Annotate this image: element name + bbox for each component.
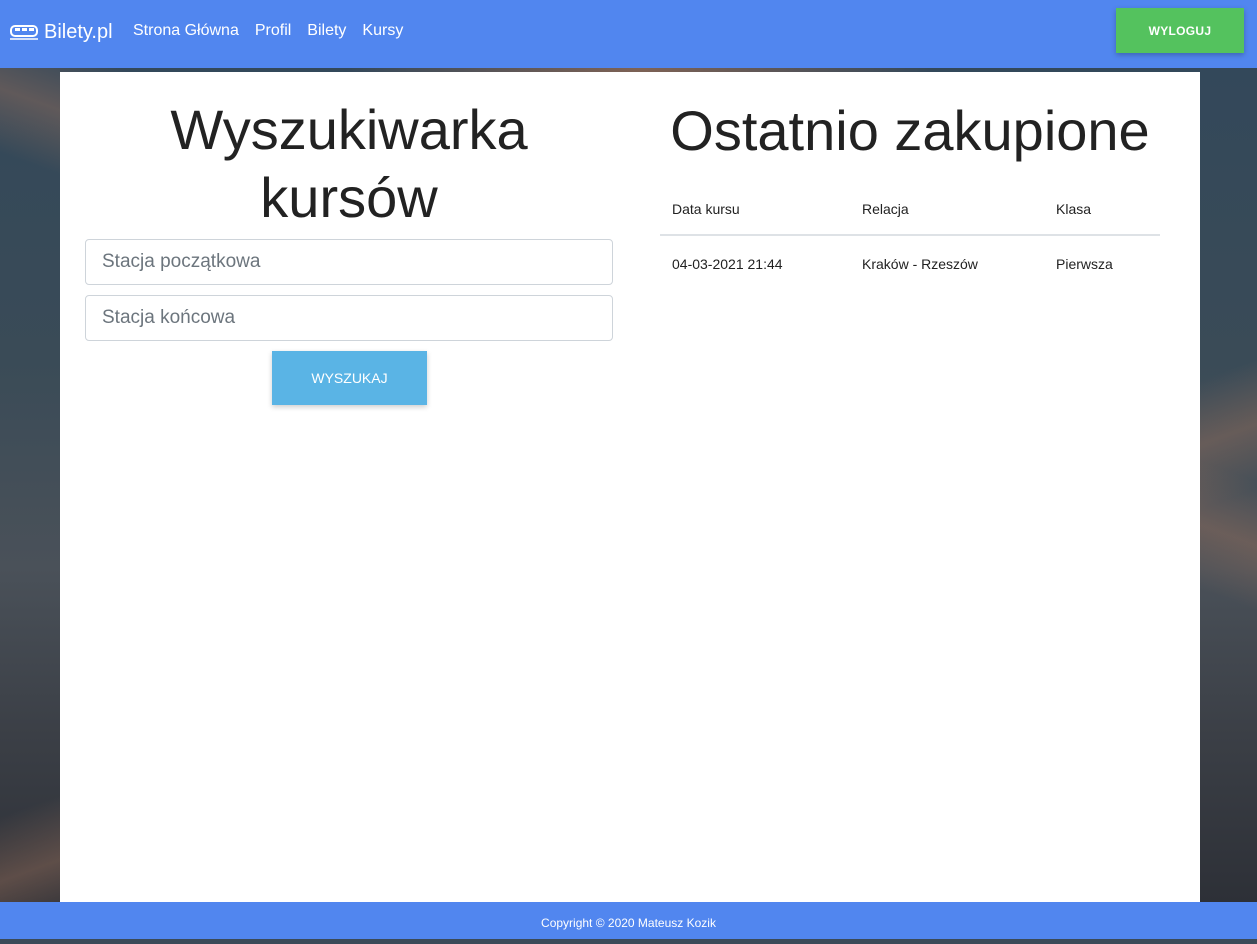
table-row[interactable]: 04-03-2021 21:44 Kraków - Rzeszów Pierws…: [660, 235, 1160, 292]
nav-link-profile[interactable]: Profil: [255, 20, 291, 42]
cell-route: Kraków - Rzeszów: [862, 256, 978, 272]
navbar: Bilety.pl Strona Główna Profil Bilety Ku…: [0, 0, 1257, 68]
copyright-text: Copyright © 2020 Mateusz Kozik: [541, 916, 716, 930]
recent-title: Ostatnio zakupione: [670, 99, 1150, 162]
column-header-date: Data kursu: [660, 184, 850, 236]
brand-link[interactable]: Bilety.pl: [10, 18, 113, 46]
start-station-input[interactable]: [85, 239, 613, 285]
nav-links: Strona Główna Profil Bilety Kursy: [133, 20, 419, 42]
cell-date: 04-03-2021 21:44: [672, 256, 783, 272]
table-header-row: Data kursu Relacja Klasa: [660, 184, 1160, 236]
nav-link-tickets[interactable]: Bilety: [307, 20, 346, 42]
brand-name: Bilety.pl: [44, 20, 113, 43]
logout-button[interactable]: WYLOGUJ: [1116, 8, 1244, 53]
footer: Copyright © 2020 Mateusz Kozik: [0, 902, 1257, 939]
nav-link-routes[interactable]: Kursy: [362, 20, 403, 42]
column-header-class: Klasa: [1044, 184, 1160, 236]
end-station-input[interactable]: [85, 295, 613, 341]
train-icon: [10, 25, 38, 40]
recent-table: Data kursu Relacja Klasa 04-03-2021 21:4…: [660, 184, 1160, 292]
search-button[interactable]: WYSZUKAJ: [272, 351, 427, 405]
column-header-route: Relacja: [850, 184, 1044, 236]
main-panel: Wyszukiwarka kursów WYSZUKAJ Ostatnio za…: [60, 72, 1200, 902]
search-title-line2: kursów: [260, 166, 438, 229]
cell-class: Pierwsza: [1056, 256, 1113, 272]
nav-link-home[interactable]: Strona Główna: [133, 20, 239, 42]
search-title-line1: Wyszukiwarka: [170, 98, 528, 161]
search-title: Wyszukiwarka kursów: [84, 96, 614, 232]
